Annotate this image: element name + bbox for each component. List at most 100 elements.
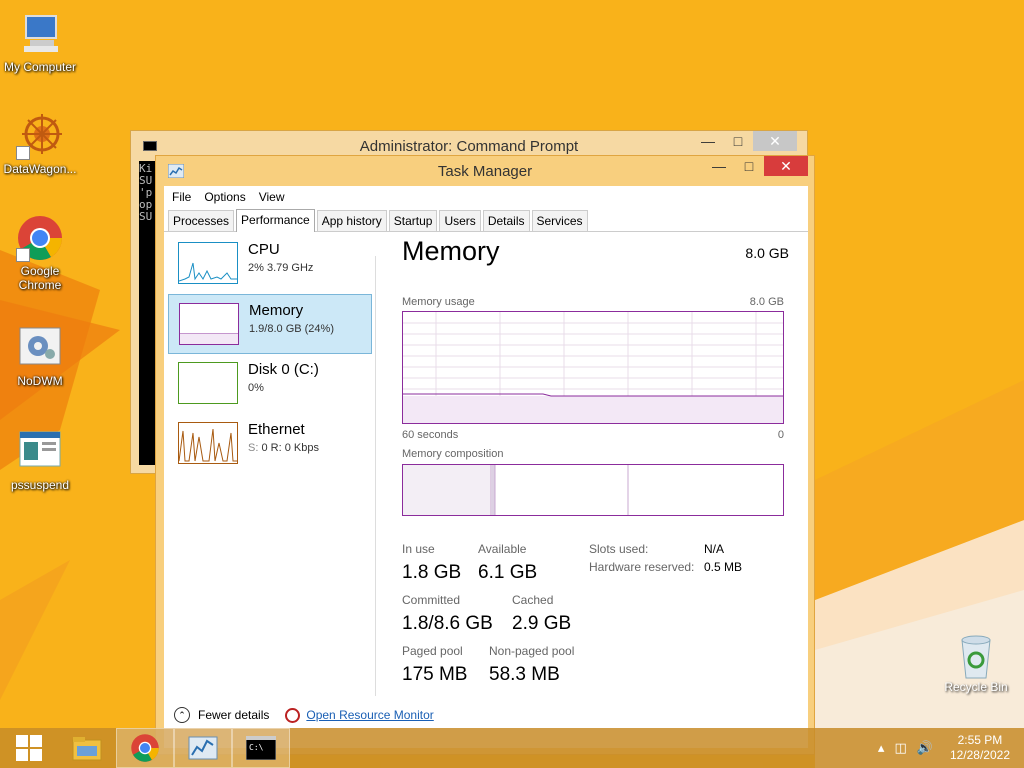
ethernet-rate: 0 R: 0 Kbps <box>258 442 319 454</box>
committed-value: 1.8/8.6 GB <box>402 613 493 634</box>
tab-strip: Processes Performance App history Startu… <box>164 208 808 232</box>
memory-composition-bar <box>402 464 784 516</box>
desktop-icon-recycle-bin[interactable]: Recycle Bin <box>936 632 1016 694</box>
desktop-icon-label: Google Chrome <box>18 264 62 292</box>
perf-item-value: 0% <box>248 382 264 394</box>
memory-composition-svg <box>403 465 629 515</box>
perf-item-ethernet[interactable]: Ethernet S: 0 R: 0 Kbps <box>168 414 372 474</box>
system-tray: ▴ ◫ 🔊 2:55 PM 12/28/2022 <box>873 728 1024 768</box>
taskbar-task-manager[interactable] <box>174 728 232 768</box>
tab-app-history[interactable]: App history <box>316 210 387 231</box>
tab-users[interactable]: Users <box>439 210 481 231</box>
show-hidden-icons-icon[interactable]: ▴ <box>878 740 885 756</box>
perf-item-value: 1.9/8.0 GB (24%) <box>249 323 334 335</box>
maximize-button[interactable]: □ <box>734 156 764 176</box>
perf-item-disk[interactable]: Disk 0 (C:) 0% <box>168 354 372 414</box>
clock-time: 2:55 PM <box>957 733 1003 747</box>
menu-options[interactable]: Options <box>204 190 245 204</box>
desktop-icon-label: Recycle Bin <box>944 680 1008 694</box>
perf-item-memory[interactable]: Memory 1.9/8.0 GB (24%) <box>168 294 372 354</box>
cached-value: 2.9 GB <box>512 613 572 634</box>
desktop-icon-label: NoDWM <box>17 374 63 388</box>
fewer-details-link[interactable]: Fewer details <box>198 708 269 722</box>
minimize-button[interactable]: — <box>693 131 723 151</box>
computer-icon <box>16 10 64 58</box>
pane-divider[interactable] <box>375 256 376 696</box>
desktop-icon-my-computer[interactable]: My Computer <box>0 10 80 74</box>
cpu-mini-graph <box>178 242 238 284</box>
task-manager-footer: ⌃ Fewer details Open Resource Monitor <box>164 700 808 730</box>
chrome-icon <box>131 734 159 762</box>
chevron-up-icon[interactable]: ⌃ <box>174 707 190 723</box>
tab-startup[interactable]: Startup <box>388 210 438 231</box>
tab-details[interactable]: Details <box>482 210 530 231</box>
taskbar-file-explorer[interactable] <box>58 728 116 768</box>
taskbar-google-chrome[interactable] <box>116 728 174 768</box>
composition-modified <box>491 465 495 515</box>
composition-in-use <box>403 465 491 515</box>
usage-max: 8.0 GB <box>749 296 784 308</box>
committed-label: Committed <box>402 593 461 607</box>
desktop-icon-label: DataWagon... <box>3 162 77 176</box>
in-use-label: In use <box>402 542 435 556</box>
menu-file[interactable]: File <box>172 190 191 204</box>
taskbar-command-prompt[interactable]: C:\ <box>232 728 290 768</box>
network-icon[interactable]: ◫ <box>894 740 906 756</box>
desktop-icon-pssuspend[interactable]: pssuspend <box>0 428 80 492</box>
minimize-button[interactable]: — <box>704 156 734 176</box>
taskbar: C:\ ▴ ◫ 🔊 2:55 PM 12/28/2022 <box>0 728 1024 768</box>
resource-monitor-icon <box>285 707 301 723</box>
task-manager-window[interactable]: Task Manager — □ ✕ File Options View Pro… <box>155 155 815 755</box>
datawagon-icon <box>16 112 64 160</box>
desktop-icon-datawagon[interactable]: DataWagon... <box>0 112 80 176</box>
detail-title: Memory <box>402 236 500 266</box>
task-manager-titlebar[interactable]: Task Manager — □ ✕ <box>156 156 814 186</box>
volume-icon[interactable]: 🔊 <box>917 740 933 756</box>
paged-pool-label: Paged pool <box>402 644 463 658</box>
tab-processes[interactable]: Processes <box>168 210 235 231</box>
tab-performance[interactable]: Performance <box>236 209 315 232</box>
desktop-icon-label: pssuspend <box>10 478 70 492</box>
usage-label: Memory usage <box>402 296 475 308</box>
task-manager-icon <box>188 736 218 760</box>
open-resource-monitor-link[interactable]: Open Resource Monitor <box>306 708 433 722</box>
send-label: S: <box>248 442 259 454</box>
tab-services[interactable]: Services <box>531 210 588 231</box>
clock-date: 12/28/2022 <box>949 748 1010 762</box>
disk-mini-graph <box>178 362 238 404</box>
hardware-reserved-value: 0.5 MB <box>704 560 743 574</box>
nodwm-icon <box>16 324 64 372</box>
perf-item-value: S: 0 R: 0 Kbps <box>248 442 319 454</box>
non-paged-pool-value: 58.3 MB <box>489 664 560 685</box>
close-button[interactable]: ✕ <box>753 131 797 151</box>
slots-used-label: Slots used: <box>589 542 649 556</box>
shortcut-arrow-icon <box>16 146 30 160</box>
maximize-button[interactable]: □ <box>723 131 753 151</box>
non-paged-pool-label: Non-paged pool <box>489 644 575 658</box>
recycle-bin-icon <box>956 632 996 680</box>
ethernet-mini-graph <box>178 422 238 464</box>
memory-detail-pane: Memory 8.0 GB Memory usage 8.0 GB 60 sec… <box>402 236 792 685</box>
perf-item-name: Memory <box>249 302 304 319</box>
slots-used-value: N/A <box>704 542 725 556</box>
memory-mini-graph <box>179 303 239 345</box>
close-button[interactable]: ✕ <box>764 156 808 176</box>
perf-item-cpu[interactable]: CPU 2% 3.79 GHz <box>168 234 372 294</box>
start-button[interactable] <box>0 728 58 768</box>
composition-label: Memory composition <box>402 448 504 460</box>
shortcut-arrow-icon <box>16 248 30 262</box>
folder-icon <box>72 737 102 761</box>
usage-line <box>403 393 783 397</box>
svg-text:C:\: C:\ <box>249 743 264 752</box>
desktop-icon-nodwm[interactable]: NoDWM <box>0 324 80 388</box>
paged-pool-value: 175 MB <box>402 664 468 685</box>
detail-total: 8.0 GB <box>745 245 789 261</box>
perf-item-name: Disk 0 (C:) <box>248 361 319 378</box>
chrome-icon <box>16 214 64 262</box>
available-label: Available <box>478 542 527 556</box>
clock[interactable]: 2:55 PM 12/28/2022 <box>950 733 1010 763</box>
desktop-icon-google-chrome[interactable]: Google Chrome <box>0 214 80 292</box>
command-prompt-icon: C:\ <box>246 736 276 760</box>
windows-logo-icon <box>16 735 42 761</box>
menu-view[interactable]: View <box>259 190 285 204</box>
